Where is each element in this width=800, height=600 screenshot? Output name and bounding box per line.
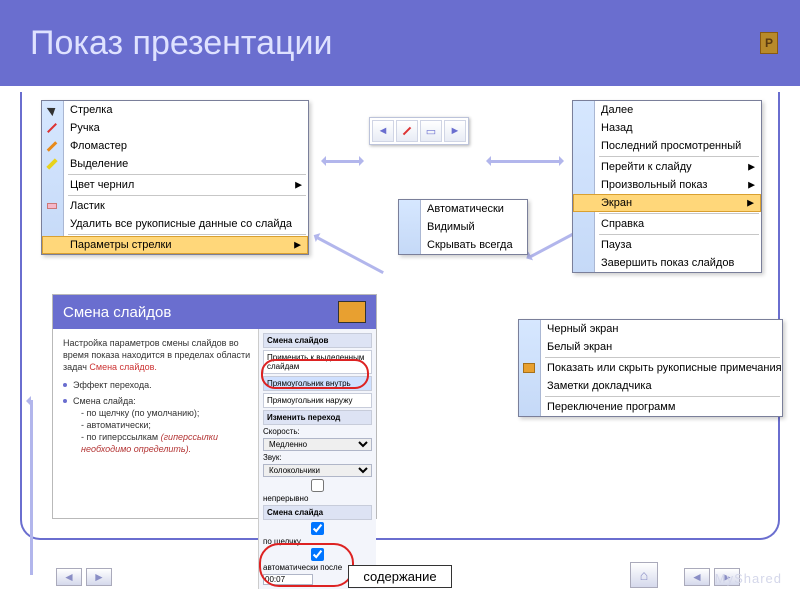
highlighter-icon [44, 157, 60, 171]
arrow-left-icon: ◄ [691, 570, 703, 584]
menu-separator [545, 357, 780, 358]
menu-item-ink-color[interactable]: Цвет чернил▶ [42, 176, 308, 194]
panel-title: Смена слайдов [63, 304, 171, 321]
menu-separator [599, 156, 759, 157]
contents-button[interactable]: содержание [348, 565, 451, 588]
submenu-arrow-icon: ▶ [748, 180, 755, 191]
toolbar-prev-button[interactable]: ◄ [372, 120, 394, 142]
on-click-checkbox[interactable] [263, 522, 372, 535]
menu-item-felt-pen[interactable]: Фломастер [42, 137, 308, 155]
transition-task-pane: Смена слайдов Применить к выделенным сла… [258, 329, 376, 589]
arrow-left-icon: ◄ [63, 570, 75, 584]
connector-arrow [30, 400, 33, 575]
menu-item-highlighter[interactable]: Выделение [42, 155, 308, 173]
submenu-item-hide[interactable]: Скрывать всегда [399, 236, 527, 254]
submenu-item-visible[interactable]: Видимый [399, 218, 527, 236]
footer-next-button[interactable]: ► [86, 568, 112, 586]
pen-icon [403, 127, 411, 135]
submenu-arrow-icon: ▶ [747, 198, 754, 209]
footer-prev-button[interactable]: ◄ [56, 568, 82, 586]
menu-item-arrow-options[interactable]: Параметры стрелки▶ [42, 236, 308, 254]
pane-title: Смена слайдов [263, 333, 372, 348]
menu-item-next[interactable]: Далее [573, 101, 761, 119]
toolbar-next-button[interactable]: ► [444, 120, 466, 142]
menu-item-eraser[interactable]: Ластик [42, 197, 308, 215]
notes-icon [521, 361, 537, 375]
menu-item-end-show[interactable]: Завершить показ слайдов [573, 254, 761, 272]
speed-select[interactable]: Медленно [263, 438, 372, 451]
speed-label: Скорость: [263, 427, 372, 436]
corner-badge-icon: P [760, 32, 778, 54]
arrow-options-submenu: Автоматически Видимый Скрывать всегда [398, 199, 528, 255]
menu-item-erase-all[interactable]: Удалить все рукописные данные со слайда [42, 215, 308, 233]
felt-pen-icon [44, 139, 60, 153]
menu-item-last-viewed[interactable]: Последний просмотренный [573, 137, 761, 155]
submenu-arrow-icon: ▶ [748, 162, 755, 173]
toolbar-pen-button[interactable] [396, 120, 418, 142]
connector-arrow [490, 160, 560, 163]
menu-item-pause[interactable]: Пауза [573, 236, 761, 254]
submenu-item-switch-programs[interactable]: Переключение программ [519, 398, 782, 416]
menu-item-arrow[interactable]: Стрелка [42, 101, 308, 119]
menu-item-back[interactable]: Назад [573, 119, 761, 137]
submenu-item-speaker-notes[interactable]: Заметки докладчика [519, 377, 782, 395]
menu-item-help[interactable]: Справка [573, 215, 761, 233]
menu-separator [68, 234, 306, 235]
loop-checkbox[interactable] [263, 479, 372, 492]
bullet-change: Смена слайда: [63, 395, 252, 407]
sound-select[interactable]: Колокольчики [263, 464, 372, 477]
panel-header: Смена слайдов [53, 295, 376, 329]
submenu-item-white-screen[interactable]: Белый экран [519, 338, 782, 356]
loop-checkbox-row[interactable]: непрерывно [263, 479, 372, 503]
menu-item-pen[interactable]: Ручка [42, 119, 308, 137]
arrow-right-icon: ► [93, 570, 105, 584]
eraser-icon [44, 199, 60, 213]
pane-apply-label: Применить к выделенным слайдам [263, 350, 372, 374]
slide-transition-panel: Смена слайдов Настройка параметров смены… [52, 294, 377, 519]
menu-separator [599, 213, 759, 214]
menu-item-goto-slide[interactable]: Перейти к слайду▶ [573, 158, 761, 176]
footer-prev-button-2[interactable]: ◄ [684, 568, 710, 586]
pane-advance-label: Смена слайда [263, 505, 372, 520]
arrow-right-icon: ► [450, 125, 461, 137]
panel-thumbnail-icon [338, 301, 366, 323]
page-footer: ◄ ► содержание ⌂ ◄ ► MyShared [0, 552, 800, 600]
connector-arrow [325, 160, 360, 163]
arrow-left-icon: ◄ [378, 125, 389, 137]
transition-option-in[interactable]: Прямоугольник внутрь [263, 376, 372, 391]
menu-item-custom-show[interactable]: Произвольный показ▶ [573, 176, 761, 194]
panel-description: Настройка параметров смены слайдов во вр… [53, 329, 258, 589]
menu-item-screen[interactable]: Экран▶ [573, 194, 761, 212]
menu-separator [599, 234, 759, 235]
pane-change-label: Изменить переход [263, 410, 372, 425]
cursor-icon [44, 103, 60, 117]
page-header: Показ презентации P [0, 0, 800, 86]
sound-label: Звук: [263, 453, 372, 462]
home-icon: ⌂ [640, 567, 648, 583]
submenu-item-auto[interactable]: Автоматически [399, 200, 527, 218]
menu-separator [68, 195, 306, 196]
toolbar-menu-button[interactable]: ▭ [420, 120, 442, 142]
submenu-item-black-screen[interactable]: Черный экран [519, 320, 782, 338]
page-title: Показ презентации [30, 24, 332, 63]
footer-home-button[interactable]: ⌂ [630, 562, 658, 588]
screen-submenu: Черный экран Белый экран Показать или ск… [518, 319, 783, 417]
on-click-row[interactable]: по щелчку [263, 522, 372, 546]
bullet-effect: Эффект перехода. [63, 379, 252, 391]
watermark-text: MyShared [715, 571, 782, 586]
submenu-arrow-icon: ▶ [294, 240, 301, 251]
slideshow-mini-toolbar: ◄ ▭ ► [369, 117, 469, 145]
menu-icon: ▭ [426, 125, 436, 138]
submenu-item-toggle-ink[interactable]: Показать или скрыть рукописные примечани… [519, 359, 782, 377]
slideshow-context-menu: Далее Назад Последний просмотренный Пере… [572, 100, 762, 273]
submenu-arrow-icon: ▶ [295, 180, 302, 191]
transition-option-out[interactable]: Прямоугольник наружу [263, 393, 372, 408]
menu-separator [68, 174, 306, 175]
pen-icon [44, 121, 60, 135]
menu-separator [545, 396, 780, 397]
pointer-context-menu: Стрелка Ручка Фломастер Выделение Цвет ч… [41, 100, 309, 255]
